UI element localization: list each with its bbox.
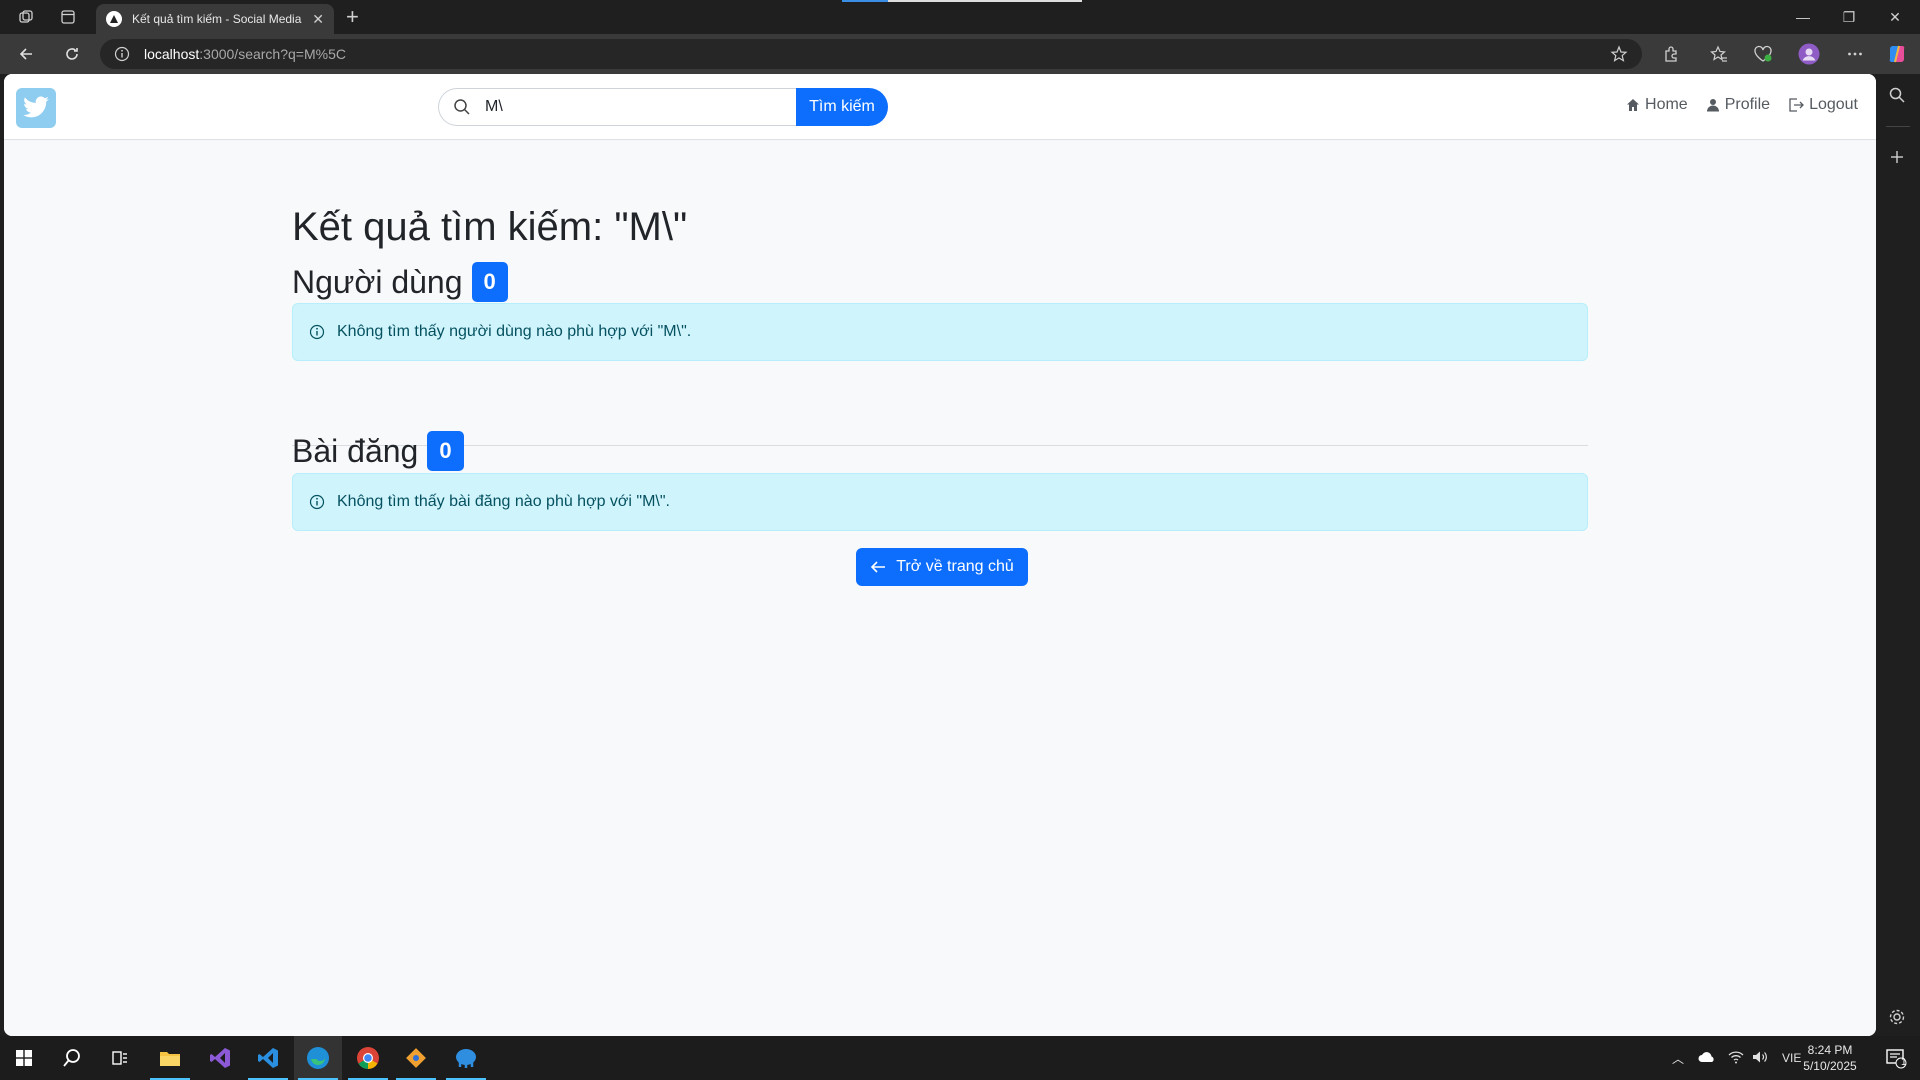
posts-heading-text: Bài đăng	[292, 432, 419, 469]
tab-actions-icon[interactable]	[56, 6, 80, 28]
browser-essentials-icon[interactable]	[1752, 43, 1774, 65]
sidebar-divider	[1886, 126, 1910, 127]
active-tab[interactable]: Kết quả tìm kiếm - Social Media V ✕	[96, 4, 334, 34]
onedrive-icon[interactable]	[1698, 1051, 1716, 1066]
nav-profile-link[interactable]: Profile	[1706, 96, 1770, 114]
profile-avatar-icon[interactable]	[1798, 43, 1820, 65]
vscode-icon[interactable]	[244, 1036, 292, 1080]
edge-browser-icon[interactable]	[294, 1036, 342, 1080]
visual-studio-icon[interactable]	[196, 1036, 244, 1080]
search-icon	[454, 99, 470, 115]
minimize-icon[interactable]: —	[1780, 0, 1826, 34]
task-view-icon[interactable]	[96, 1036, 144, 1080]
windows-start-icon[interactable]	[0, 1036, 48, 1080]
edge-sidebar	[1876, 74, 1920, 1036]
users-empty-alert: Không tìm thấy người dùng nào phù hợp vớ…	[292, 303, 1588, 361]
back-home-label: Trở về trang chủ	[896, 558, 1014, 575]
search-field[interactable]	[438, 88, 796, 126]
page-content: Kết quả tìm kiếm: "M\" Người dùng 0 Khôn…	[4, 141, 1876, 1036]
workspaces-icon[interactable]	[14, 6, 38, 28]
nav-profile-label: Profile	[1724, 96, 1771, 113]
sidebar-settings-icon[interactable]	[1888, 1008, 1906, 1031]
git-client-icon[interactable]	[392, 1036, 440, 1080]
user-icon	[1706, 99, 1719, 112]
taskbar-clock[interactable]: 8:24 PM 5/10/2025	[1790, 1042, 1870, 1074]
info-icon	[309, 494, 325, 510]
sidebar-search-icon[interactable]	[1888, 86, 1906, 109]
users-count-badge: 0	[471, 262, 508, 302]
twitter-logo-icon[interactable]	[16, 88, 56, 128]
chrome-icon[interactable]	[344, 1036, 392, 1080]
users-empty-message: Không tìm thấy người dùng nào phù hợp vớ…	[337, 323, 692, 340]
notification-center-icon[interactable]: 1	[1872, 1036, 1920, 1080]
volume-icon[interactable]	[1752, 1050, 1768, 1067]
back-arrow-icon[interactable]	[14, 42, 38, 66]
url-host: localhost	[144, 46, 200, 62]
system-tray: ︿ VIE	[1672, 1036, 1801, 1080]
tab-close-icon[interactable]: ✕	[312, 11, 324, 28]
more-options-icon[interactable]	[1844, 43, 1866, 65]
users-section-heading: Người dùng 0	[292, 262, 508, 302]
nav-logout-link[interactable]: Logout	[1788, 96, 1858, 114]
favorites-icon[interactable]	[1708, 43, 1730, 65]
posts-empty-message: Không tìm thấy bài đăng nào phù hợp với …	[337, 493, 670, 510]
sidebar-add-icon[interactable]	[1888, 148, 1906, 171]
extensions-icon[interactable]	[1660, 43, 1682, 65]
restore-icon[interactable]: ❐	[1826, 0, 1872, 34]
page-viewport: Tìm kiếm Home Profile Logout Kết quả tìm…	[4, 74, 1876, 1036]
address-bar[interactable]: localhost:3000/search?q=M%5C	[100, 39, 1642, 69]
tray-expand-icon[interactable]: ︿	[1672, 1050, 1684, 1067]
nav-home-label: Home	[1645, 96, 1688, 113]
logout-icon	[1789, 98, 1804, 112]
search-submit-button[interactable]: Tìm kiếm	[796, 88, 888, 126]
file-explorer-icon[interactable]	[146, 1036, 194, 1080]
nav-logout-label: Logout	[1809, 96, 1858, 113]
home-icon	[1627, 99, 1640, 111]
search-input[interactable]	[485, 98, 765, 116]
search-form: Tìm kiếm	[438, 88, 888, 126]
taskbar-search-icon[interactable]	[48, 1036, 96, 1080]
back-home-button[interactable]: Trở về trang chủ	[856, 548, 1028, 586]
url-text[interactable]: localhost:3000/search?q=M%5C	[144, 46, 1610, 62]
windows-taskbar: ︿ VIE 8:24 PM 5/10/2025 1	[0, 1036, 1920, 1080]
nav-home-link[interactable]: Home	[1626, 96, 1688, 114]
site-navbar: Tìm kiếm Home Profile Logout	[4, 74, 1876, 140]
copilot-icon[interactable]	[1886, 43, 1908, 65]
users-heading-text: Người dùng	[292, 263, 463, 300]
favorite-star-icon[interactable]	[1610, 45, 1628, 63]
browser-tab-strip: Kết quả tìm kiếm - Social Media V ✕ + — …	[0, 0, 1920, 34]
nav-links: Home Profile Logout	[1626, 96, 1858, 114]
new-tab-icon[interactable]: +	[346, 4, 359, 30]
url-path: :3000/search?q=M%5C	[199, 46, 346, 62]
notification-count: 1	[1901, 1057, 1907, 1068]
section-divider	[292, 445, 1588, 446]
database-app-icon[interactable]	[442, 1036, 490, 1080]
tab-title: Kết quả tìm kiếm - Social Media V	[132, 12, 305, 26]
site-favicon-icon	[106, 11, 122, 27]
site-info-icon[interactable]	[114, 46, 130, 62]
info-icon	[309, 324, 325, 340]
page-title: Kết quả tìm kiếm: "M\"	[292, 205, 688, 249]
clock-date: 5/10/2025	[1803, 1059, 1857, 1073]
loading-indicator	[842, 0, 888, 2]
browser-toolbar: localhost:3000/search?q=M%5C	[0, 34, 1920, 74]
wifi-icon[interactable]	[1728, 1050, 1744, 1067]
arrow-left-icon	[871, 561, 886, 573]
posts-empty-alert: Không tìm thấy bài đăng nào phù hợp với …	[292, 473, 1588, 531]
reload-icon[interactable]	[60, 42, 84, 66]
posts-section-heading: Bài đăng 0	[292, 431, 464, 471]
clock-time: 8:24 PM	[1807, 1043, 1853, 1057]
drag-region	[888, 0, 1082, 2]
posts-count-badge: 0	[427, 431, 464, 471]
close-window-icon[interactable]: ✕	[1872, 0, 1918, 34]
